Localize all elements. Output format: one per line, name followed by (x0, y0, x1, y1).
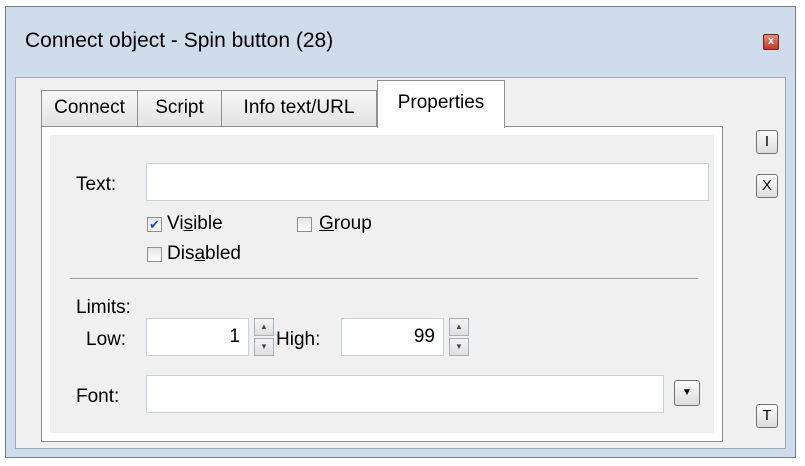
dialog-window: Connect object - Spin button (28) x Conn… (5, 6, 796, 458)
visible-label: Visible (167, 213, 223, 234)
low-spinner: ▲ ▼ (254, 318, 274, 356)
tab-connect[interactable]: Connect (41, 90, 138, 127)
disabled-label: Disabled (167, 243, 241, 264)
high-label: High: (276, 329, 321, 350)
separator (70, 278, 698, 279)
title-bar: Connect object - Spin button (28) x (6, 7, 795, 77)
low-input[interactable]: 1 (146, 318, 249, 356)
x-button[interactable]: X (756, 174, 778, 198)
tab-script[interactable]: Script (137, 90, 222, 127)
low-label: Low: (86, 329, 127, 350)
font-input[interactable] (146, 375, 664, 413)
high-spinner: ▲ ▼ (449, 318, 469, 356)
properties-panel: Text: ✔ Visible Group Disabled Limits: L… (41, 126, 723, 442)
high-up-icon[interactable]: ▲ (449, 318, 469, 336)
group-label: Group (319, 213, 372, 234)
font-dropdown-icon[interactable]: ▼ (674, 380, 700, 406)
disabled-checkbox[interactable] (147, 247, 162, 262)
text-label: Text: (76, 174, 117, 195)
limits-label: Limits: (76, 297, 131, 318)
low-down-icon[interactable]: ▼ (254, 338, 274, 356)
dialog-body: Connect Script Info text/URL Properties … (15, 77, 786, 449)
tab-info-text-url[interactable]: Info text/URL (221, 90, 377, 127)
properties-panel-inner: Text: ✔ Visible Group Disabled Limits: L… (50, 135, 714, 433)
text-input[interactable] (146, 163, 709, 201)
t-button[interactable]: T (756, 404, 778, 428)
i-button[interactable]: I (756, 130, 778, 154)
window-title: Connect object - Spin button (28) (25, 29, 334, 52)
low-up-icon[interactable]: ▲ (254, 318, 274, 336)
close-icon[interactable]: x (763, 34, 779, 50)
group-checkbox[interactable] (297, 217, 312, 232)
high-input[interactable]: 99 (341, 318, 444, 356)
font-label: Font: (76, 386, 120, 407)
tab-properties[interactable]: Properties (377, 80, 505, 128)
high-down-icon[interactable]: ▼ (449, 338, 469, 356)
visible-checkbox[interactable]: ✔ (147, 217, 162, 232)
